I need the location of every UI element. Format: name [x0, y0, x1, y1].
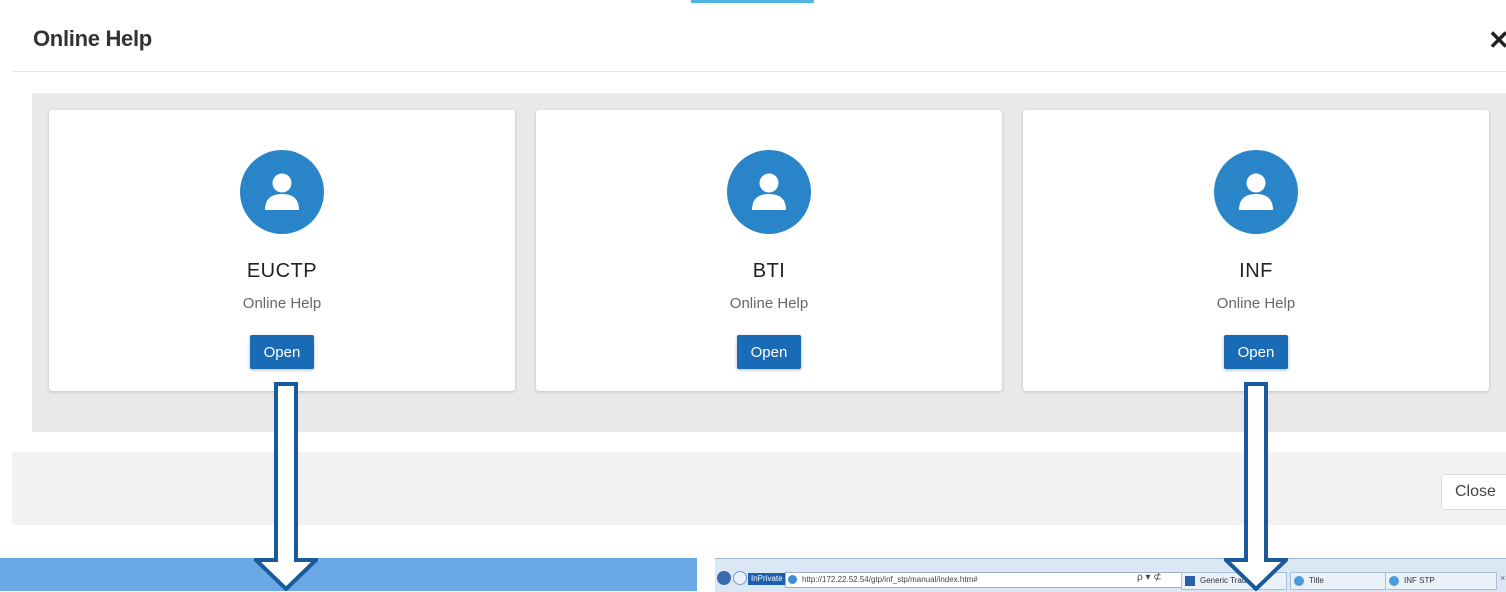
down-arrow-icon: [1224, 382, 1288, 591]
card-title: EUCTP: [246, 260, 318, 282]
user-avatar-icon: [727, 150, 811, 234]
browser-tab-title[interactable]: Title: [1290, 572, 1396, 590]
tab-close-icon[interactable]: ×: [1500, 573, 1505, 583]
card-inf: INF Online Help Open: [1023, 110, 1489, 391]
browser-tab-inf-stp[interactable]: INF STP: [1385, 572, 1497, 590]
open-bti-button[interactable]: Open: [737, 335, 801, 369]
user-avatar-icon: [240, 150, 324, 234]
tab-label: INF STP: [1404, 576, 1435, 585]
ie-tab-icon: [1389, 576, 1399, 586]
down-arrow-icon: [254, 382, 318, 591]
card-title: INF: [1239, 260, 1273, 282]
euctp-help-window-preview: [0, 558, 697, 591]
card-subtitle: Online Help: [242, 295, 322, 312]
card-title: BTI: [752, 260, 786, 282]
forward-icon[interactable]: [733, 571, 747, 585]
ie-tab-icon: [1294, 576, 1304, 586]
search-refresh-controls[interactable]: ρ ▾ ⊄: [1137, 572, 1162, 583]
close-button[interactable]: Close: [1441, 474, 1506, 510]
open-euctp-button[interactable]: Open: [250, 335, 314, 369]
address-bar[interactable]: http://172.22.52.54/gtp/inf_stp/manual/i…: [785, 572, 1183, 588]
back-icon[interactable]: [717, 571, 731, 585]
tab-icon: [1185, 576, 1195, 586]
dialog-title: Online Help: [33, 26, 152, 51]
tab-label: Title: [1309, 576, 1324, 585]
open-inf-button[interactable]: Open: [1224, 335, 1288, 369]
dialog-header: Online Help ✕: [12, 0, 1506, 72]
card-bti: BTI Online Help Open: [536, 110, 1002, 391]
browser-window-preview: InPrivate http://172.22.52.54/gtp/inf_st…: [715, 558, 1506, 592]
close-icon[interactable]: ✕: [1488, 26, 1506, 54]
card-euctp: EUCTP Online Help Open: [49, 110, 515, 391]
card-subtitle: Online Help: [1216, 295, 1296, 312]
ie-page-icon: [788, 575, 797, 584]
inprivate-badge: InPrivate: [748, 573, 786, 585]
user-avatar-icon: [1214, 150, 1298, 234]
card-subtitle: Online Help: [729, 295, 809, 312]
